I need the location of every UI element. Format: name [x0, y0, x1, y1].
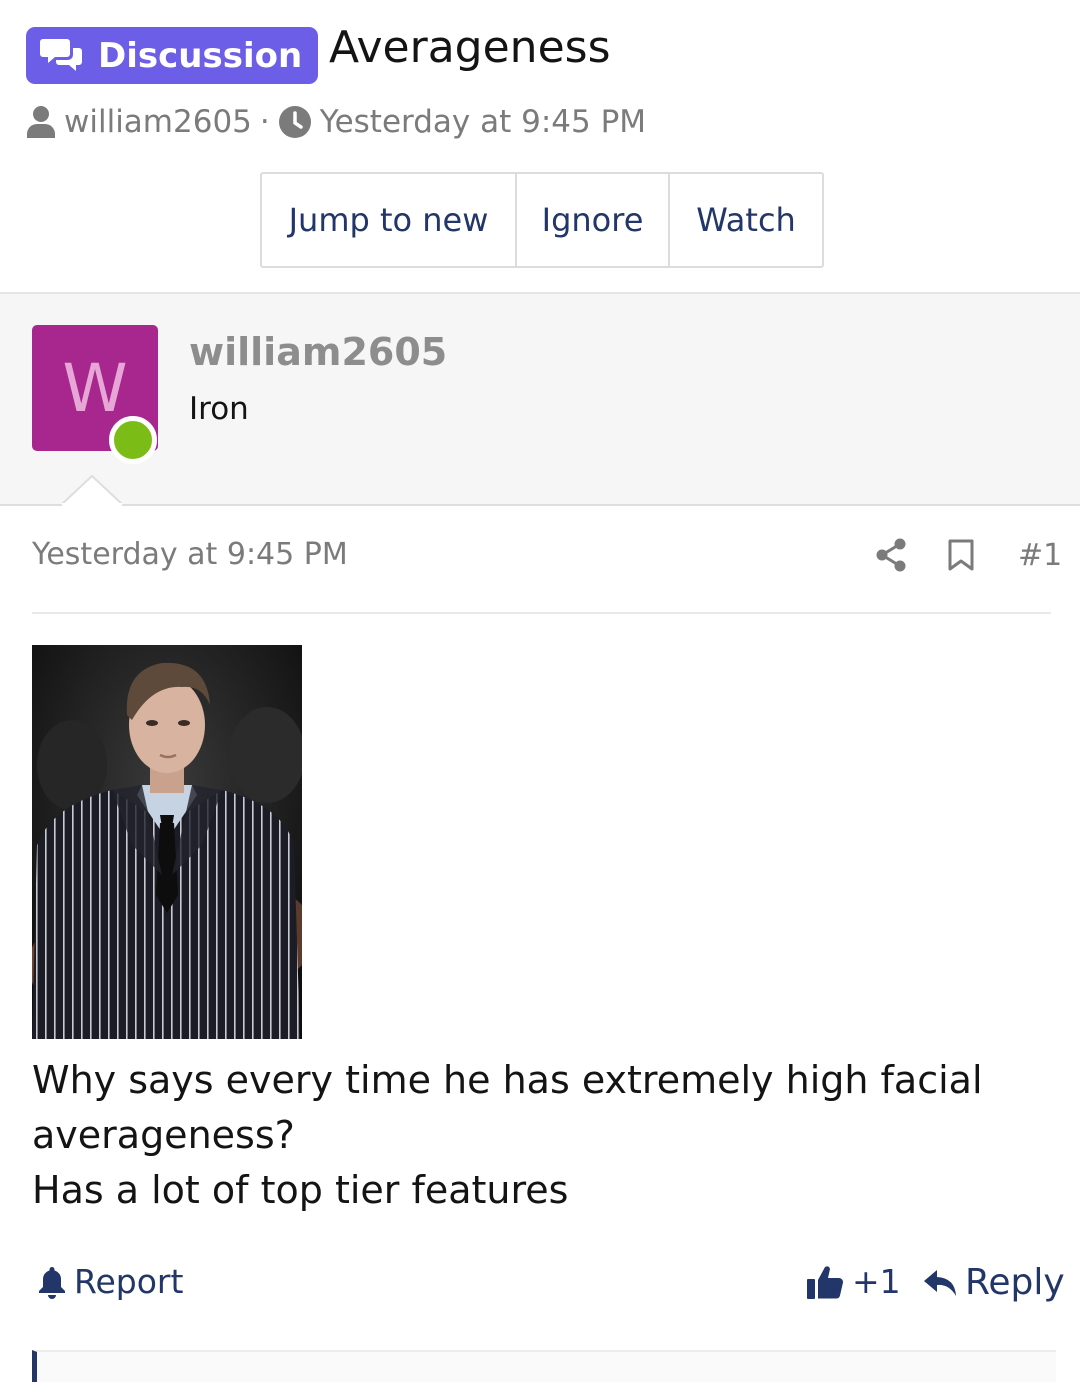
reply-button[interactable]: Reply: [923, 1262, 1065, 1303]
reaction-count: +1: [852, 1262, 901, 1301]
bookmark-icon[interactable]: [947, 539, 975, 571]
thumbs-up-icon: [807, 1265, 844, 1299]
post-text-line: Why says every time he has extremely hig…: [32, 1058, 983, 1102]
ignore-button[interactable]: Ignore: [515, 174, 668, 266]
like-button[interactable]: +1: [806, 1262, 901, 1301]
bell-icon: [39, 1266, 65, 1299]
thread-prefix-label: Discussion: [98, 35, 303, 76]
thread-timestamp-link[interactable]: Yesterday at 9:45 PM: [320, 104, 646, 140]
thread-prefix-badge[interactable]: Discussion: [26, 27, 319, 84]
thread-title: Averageness: [329, 22, 611, 73]
user-icon: [27, 106, 55, 138]
report-button[interactable]: Report: [38, 1262, 183, 1301]
online-status-indicator: [109, 416, 157, 464]
reply-label: Reply: [965, 1262, 1065, 1303]
post-header-divider: [32, 612, 1051, 614]
post-date-link[interactable]: Yesterday at 9:45 PM: [32, 537, 348, 572]
report-label: Report: [74, 1262, 184, 1301]
post-attached-image[interactable]: [32, 645, 302, 1039]
thread-action-buttons: Jump to new Ignore Watch: [260, 172, 824, 268]
post-user-section: [0, 292, 1080, 506]
meta-separator: ·: [259, 104, 270, 140]
user-title: Iron: [189, 391, 249, 427]
jump-to-new-button[interactable]: Jump to new: [262, 174, 515, 266]
chat-bubbles-icon: [40, 38, 82, 71]
post-text-line: averageness?: [32, 1113, 295, 1157]
post-text-line: Has a lot of top tier features: [32, 1168, 569, 1212]
clock-icon: [278, 106, 311, 138]
post-message-body: Why says every time he has extremely hig…: [32, 1053, 1042, 1218]
post-number-link[interactable]: #1: [1018, 538, 1062, 573]
post-username-link[interactable]: william2605: [189, 330, 447, 374]
user-strip-arrow: [62, 474, 122, 506]
thread-meta: william2605 · Yesterday at 9:45 PM: [26, 100, 646, 144]
watch-button[interactable]: Watch: [668, 174, 822, 266]
share-icon[interactable]: [875, 538, 907, 572]
reply-arrow-icon: [924, 1269, 956, 1296]
next-post-quote-block: [32, 1350, 1056, 1382]
thread-author-link[interactable]: william2605: [64, 104, 252, 140]
